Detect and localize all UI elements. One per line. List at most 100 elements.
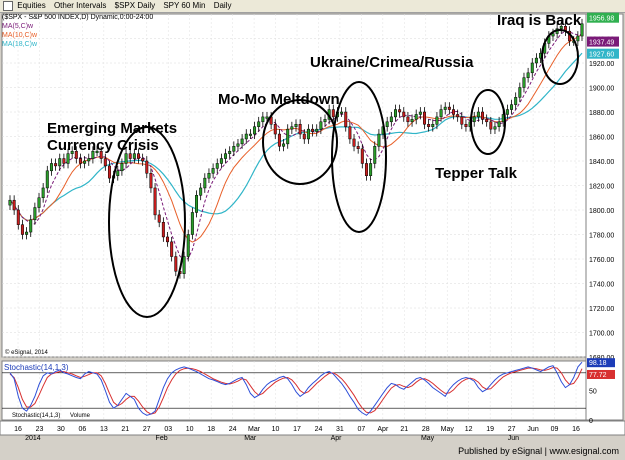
candle-body: [132, 153, 136, 159]
candle-body: [41, 187, 45, 198]
candle-body: [298, 124, 302, 135]
time-sub-label: May: [421, 435, 435, 442]
candle-body: [360, 148, 364, 164]
chart-header: ($SPX - S&P 500 INDEX,D) Dynamic,0:00-24…: [2, 13, 153, 49]
candle-body: [319, 121, 323, 130]
candle-body: [103, 158, 107, 167]
stoch-d-value: 77.72: [589, 372, 607, 379]
time-tick-label: Jun: [527, 426, 538, 433]
ma5-label: MA(5,C)w: [2, 23, 34, 30]
candle-body: [481, 111, 485, 120]
candle-body: [306, 128, 310, 140]
time-tick-label: 17: [293, 426, 301, 433]
candle-body: [170, 241, 174, 257]
toolbar-spx-daily[interactable]: $SPX Daily: [115, 0, 155, 12]
price-tick-label: 1760.00: [589, 257, 614, 264]
candle-body: [78, 158, 82, 164]
price-tick-label: 1800.00: [589, 208, 614, 215]
time-tick-label: 16: [14, 426, 22, 433]
time-tick-label: 13: [100, 426, 108, 433]
candle-body: [25, 231, 29, 235]
candle-body: [124, 153, 128, 164]
candle-body: [215, 163, 219, 169]
osc-tab-volume: Volume: [70, 413, 91, 419]
candle-body: [282, 143, 286, 147]
time-tick-label: 09: [551, 426, 559, 433]
candle-body: [62, 158, 66, 164]
time-tick-label: 16: [572, 426, 580, 433]
price-tick-label: 1740.00: [589, 282, 614, 289]
time-tick-label: 21: [121, 426, 129, 433]
candle-body: [510, 104, 514, 110]
annotation-emerging-2: Currency Crisis: [47, 137, 159, 154]
candle-body: [45, 170, 49, 189]
time-tick-label: 18: [207, 426, 215, 433]
time-tick-label: 23: [36, 426, 44, 433]
candle-body: [427, 124, 431, 127]
stoch-k-value: 98.18: [589, 360, 607, 367]
price-tag-label: 1956.98: [589, 16, 614, 23]
time-sub-label: 2014: [25, 435, 41, 442]
candle-body: [526, 72, 530, 78]
time-tick-label: 24: [229, 426, 237, 433]
candle-body: [286, 128, 290, 145]
candle-body: [219, 158, 223, 164]
candle-body: [439, 109, 443, 118]
time-tick-label: 30: [57, 426, 65, 433]
candle-body: [493, 126, 497, 130]
candle-body: [418, 111, 422, 115]
candle-body: [116, 170, 120, 176]
time-tick-label: 27: [508, 426, 516, 433]
candle-body: [145, 160, 149, 174]
candle-body: [423, 111, 426, 125]
candle-body: [373, 146, 377, 164]
price-tick-label: 1860.00: [589, 135, 614, 142]
candle-body: [107, 165, 111, 179]
candle-body: [456, 114, 460, 118]
chart: 1680.001700.001720.001740.001760.001780.…: [0, 12, 625, 442]
candle-body: [497, 121, 501, 127]
candle-body: [489, 121, 493, 130]
stoch-tick-label: 50: [589, 389, 597, 396]
time-tick-label: Apr: [377, 426, 389, 433]
toolbar-other-intervals[interactable]: Other Intervals: [54, 0, 106, 12]
price-tick-label: 1880.00: [589, 110, 614, 117]
candle-body: [12, 199, 16, 211]
candle-body: [522, 77, 526, 88]
candle-body: [402, 111, 406, 118]
time-tick-label: 06: [78, 426, 86, 433]
candle-body: [414, 114, 418, 120]
candle-body: [518, 87, 522, 98]
toolbar-equities[interactable]: Equities: [17, 0, 45, 12]
toolbar-daily[interactable]: Daily: [214, 0, 232, 12]
candle-body: [530, 62, 534, 74]
candle-body: [443, 106, 447, 110]
candle-body: [435, 116, 439, 125]
candle-body: [240, 138, 244, 145]
candle-body: [340, 111, 344, 114]
time-tick-label: 10: [186, 426, 194, 433]
candle-body: [190, 212, 194, 235]
candle-body: [398, 109, 402, 113]
stoch-tick-label: 0: [589, 418, 593, 425]
price-tag-label: 1937.49: [589, 40, 614, 47]
price-tag-label: 1927.60: [589, 52, 614, 59]
annotation-tepper: Tepper Talk: [435, 165, 517, 182]
time-sub-label: Jun: [508, 435, 519, 442]
candle-body: [452, 109, 455, 115]
candle-body: [302, 133, 306, 140]
candle-body: [410, 119, 414, 123]
toolbar-spy-60min[interactable]: SPY 60 Min: [163, 0, 205, 12]
candle-body: [232, 146, 236, 152]
candle-body: [352, 138, 356, 147]
candle-body: [315, 128, 319, 132]
candle-body: [199, 187, 203, 196]
chart-icon[interactable]: [3, 1, 13, 11]
osc-tab-stochastic: Stochastic(14,1,3): [12, 413, 60, 419]
time-sub-label: Apr: [331, 435, 343, 442]
candle-body: [120, 163, 124, 172]
candle-body: [8, 199, 12, 206]
candle-body: [228, 150, 232, 154]
candle-body: [294, 124, 298, 127]
candle-body: [182, 256, 186, 274]
